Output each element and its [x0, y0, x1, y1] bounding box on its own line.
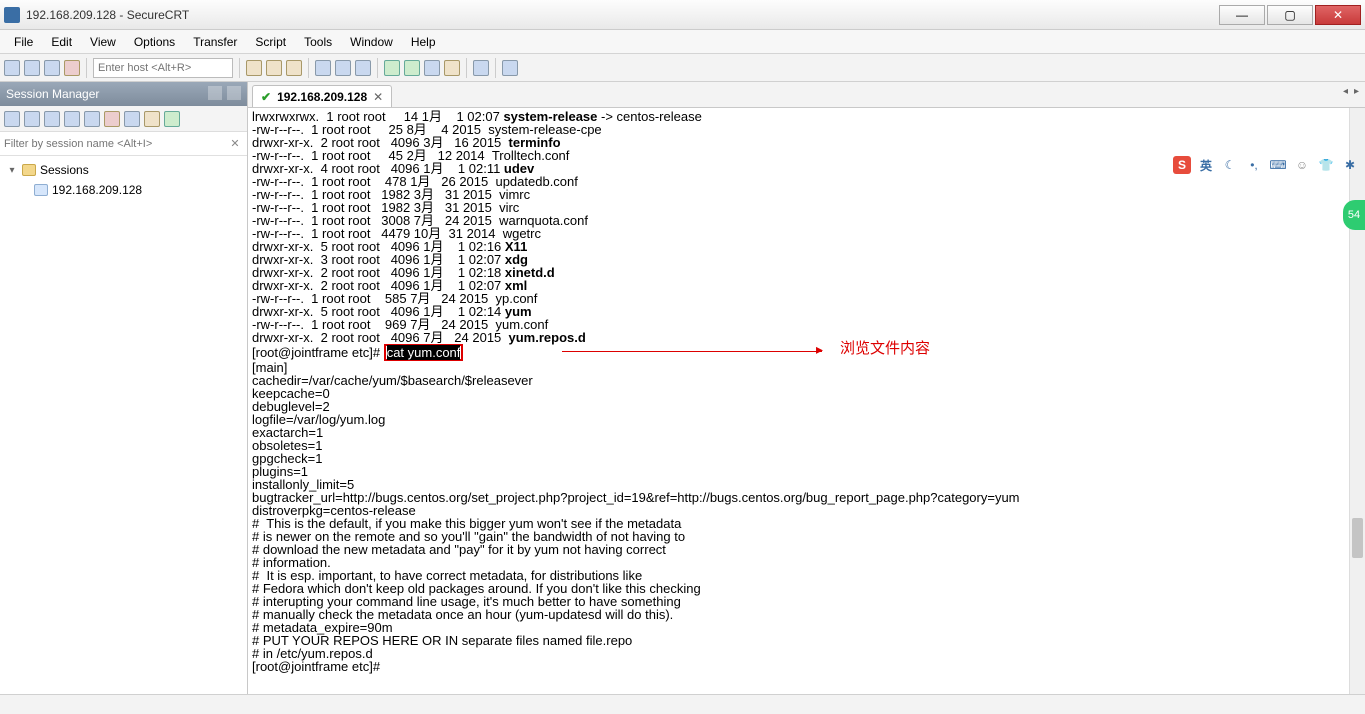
toolbar-separator — [308, 58, 309, 78]
reconnect-icon[interactable] — [44, 60, 60, 76]
session-manager-header: Session Manager — [0, 82, 247, 106]
menu-window[interactable]: Window — [342, 33, 401, 51]
toolbar-separator — [466, 58, 467, 78]
app-icon — [4, 7, 20, 23]
menu-view[interactable]: View — [82, 33, 124, 51]
copy-session-icon[interactable] — [64, 111, 80, 127]
new-folder-icon[interactable] — [24, 111, 40, 127]
tabbar: ✔ 192.168.209.128 ✕ ◂ ▸ — [248, 82, 1365, 108]
help-icon[interactable] — [473, 60, 489, 76]
paste-icon[interactable] — [266, 60, 282, 76]
toolbar-separator — [86, 58, 87, 78]
toolbar-separator — [239, 58, 240, 78]
menu-options[interactable]: Options — [126, 33, 183, 51]
print-icon[interactable] — [315, 60, 331, 76]
session-filter-input[interactable] — [4, 138, 227, 150]
ime-lang-label[interactable]: 英 — [1197, 156, 1215, 174]
connected-icon: ✔ — [261, 90, 271, 104]
tree-session-label: 192.168.209.128 — [52, 183, 142, 197]
menu-edit[interactable]: Edit — [43, 33, 80, 51]
ime-punct-icon[interactable]: •, — [1245, 156, 1263, 174]
tree-root[interactable]: ▾ Sessions — [6, 160, 241, 180]
paste-session-icon[interactable] — [84, 111, 100, 127]
menu-tools[interactable]: Tools — [296, 33, 340, 51]
session-manager-toolbar — [0, 106, 247, 132]
menu-file[interactable]: File — [6, 33, 41, 51]
expand-icon[interactable]: ▾ — [6, 165, 18, 176]
session-tree: ▾ Sessions 192.168.209.128 — [0, 156, 247, 204]
menubar: File Edit View Options Transfer Script T… — [0, 30, 1365, 54]
window-title: 192.168.209.128 - SecureCRT — [26, 8, 1217, 22]
copy-icon[interactable] — [246, 60, 262, 76]
refresh-icon[interactable] — [164, 111, 180, 127]
window-titlebar: 192.168.209.128 - SecureCRT — ▢ ✕ — [0, 0, 1365, 30]
ime-toolbar: S 英 ☾ •, ⌨ ☺ 👕 ✱ — [1173, 156, 1359, 174]
maximize-button[interactable]: ▢ — [1267, 5, 1313, 25]
tree-session-item[interactable]: 192.168.209.128 — [6, 180, 241, 200]
sogou-icon[interactable]: S — [1173, 156, 1191, 174]
find-icon[interactable] — [286, 60, 302, 76]
session-manager-title: Session Manager — [6, 87, 99, 101]
tab-prev-icon[interactable]: ◂ — [1343, 86, 1348, 97]
statusbar — [0, 694, 1365, 714]
tile-icon[interactable] — [384, 60, 400, 76]
ime-settings-icon[interactable]: ✱ — [1341, 156, 1359, 174]
tab-close-icon[interactable]: ✕ — [373, 90, 383, 104]
folder-icon — [22, 164, 36, 176]
tree-root-label: Sessions — [40, 163, 89, 177]
sftp-icon[interactable] — [502, 60, 518, 76]
log-icon[interactable] — [355, 60, 371, 76]
delete-session-icon[interactable] — [104, 111, 120, 127]
tab-session[interactable]: ✔ 192.168.209.128 ✕ — [252, 85, 392, 107]
toolbar-separator — [377, 58, 378, 78]
ime-keyboard-icon[interactable]: ⌨ — [1269, 156, 1287, 174]
tab-label: 192.168.209.128 — [277, 90, 367, 104]
disconnect-icon[interactable] — [64, 60, 80, 76]
session-manager-panel: Session Manager ✕ ▾ Sessions — [0, 82, 248, 694]
terminal[interactable]: lrwxrwxrwx. 1 root root 14 1月 1 02:07 sy… — [248, 108, 1365, 694]
panel-close-icon[interactable] — [227, 86, 241, 100]
quick-connect-icon[interactable] — [24, 60, 40, 76]
menu-help[interactable]: Help — [403, 33, 444, 51]
props-session-icon[interactable] — [124, 111, 140, 127]
scrollbar-thumb[interactable] — [1352, 518, 1363, 558]
session-filter-row: ✕ — [0, 132, 247, 156]
panel-pin-icon[interactable] — [208, 86, 222, 100]
props-icon[interactable] — [335, 60, 351, 76]
main-toolbar — [0, 54, 1365, 82]
cascade-icon[interactable] — [404, 60, 420, 76]
key-icon[interactable] — [444, 60, 460, 76]
import-icon[interactable] — [144, 111, 160, 127]
tab-next-icon[interactable]: ▸ — [1354, 86, 1359, 97]
side-badge[interactable]: 54 — [1343, 200, 1365, 230]
close-button[interactable]: ✕ — [1315, 5, 1361, 25]
new-session-icon[interactable] — [4, 111, 20, 127]
connect-icon[interactable] — [4, 60, 20, 76]
ime-moon-icon[interactable]: ☾ — [1221, 156, 1239, 174]
wand-icon[interactable] — [424, 60, 440, 76]
menu-script[interactable]: Script — [247, 33, 294, 51]
menu-transfer[interactable]: Transfer — [185, 33, 245, 51]
ime-user-icon[interactable]: ☺ — [1293, 156, 1311, 174]
toolbar-separator — [495, 58, 496, 78]
clear-filter-icon[interactable]: ✕ — [227, 137, 243, 150]
minimize-button[interactable]: — — [1219, 5, 1265, 25]
ime-skin-icon[interactable]: 👕 — [1317, 156, 1335, 174]
host-icon — [34, 184, 48, 196]
edit-icon[interactable] — [44, 111, 60, 127]
terminal-scrollbar[interactable] — [1349, 108, 1365, 694]
host-input[interactable] — [93, 58, 233, 78]
